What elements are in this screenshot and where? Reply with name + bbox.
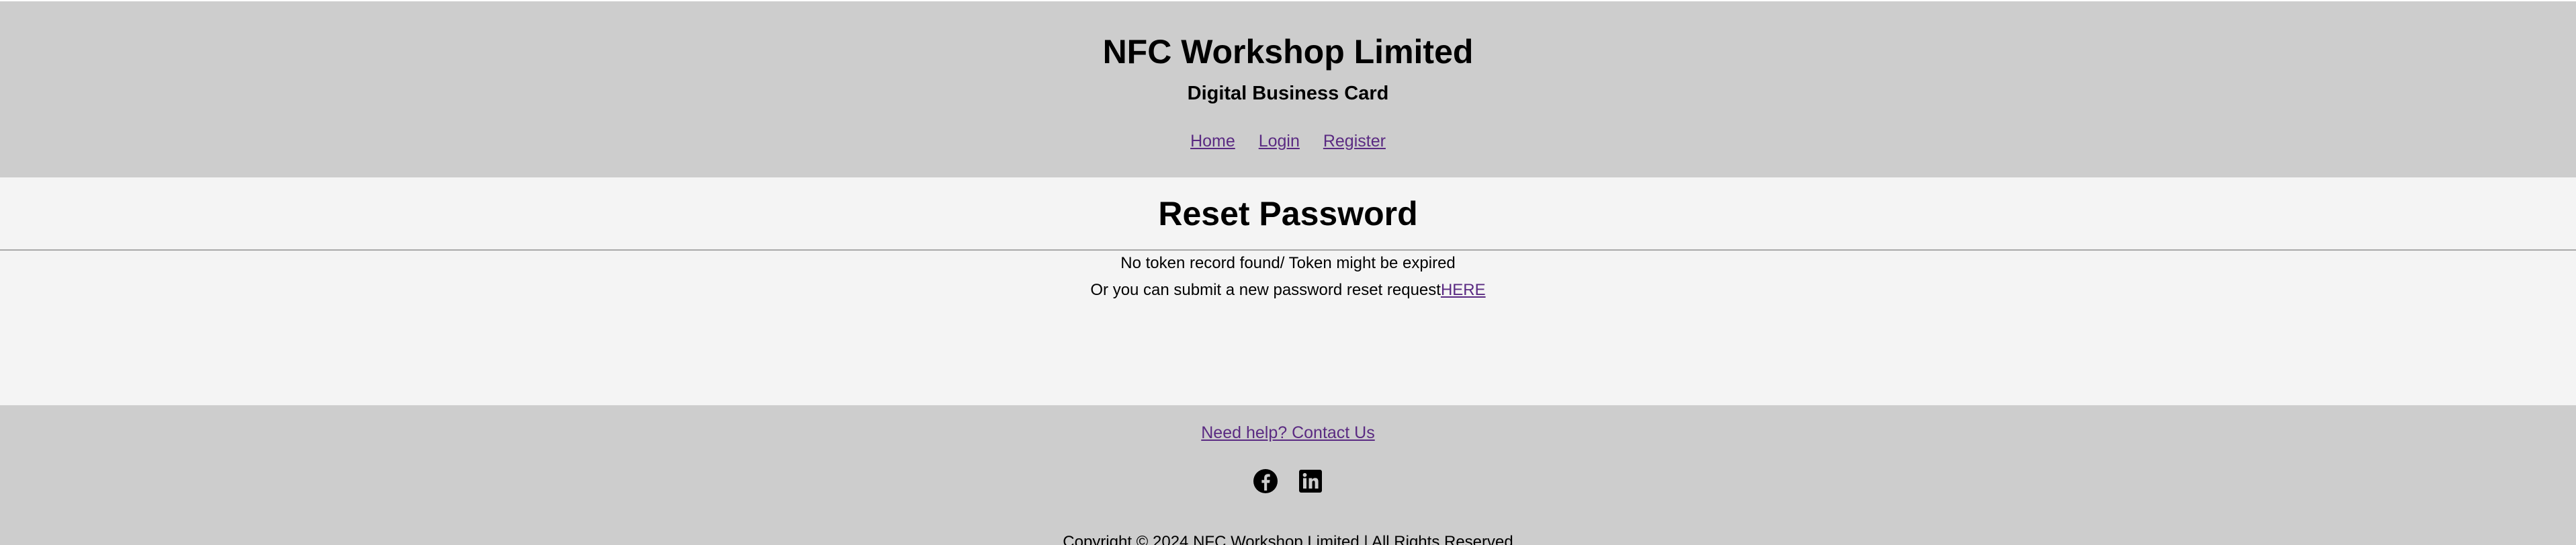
social-links <box>0 468 2576 498</box>
reset-request-text: Or you can submit a new password reset r… <box>1090 281 1441 299</box>
nav-home-link[interactable]: Home <box>1190 132 1235 151</box>
title-divider <box>0 249 2576 251</box>
help-link-wrap: Need help? Contact Us <box>0 421 2576 444</box>
site-footer: Need help? Contact Us Copyright © 2024 N… <box>0 405 2576 545</box>
facebook-icon[interactable] <box>1253 468 1278 494</box>
main-content: Reset Password No token record found/ To… <box>0 179 2576 405</box>
main-nav: Home Login Register <box>0 130 2576 153</box>
site-title: NFC Workshop Limited <box>1102 33 1474 71</box>
page-root: NFC Workshop Limited Digital Business Ca… <box>0 0 2576 545</box>
token-error-message: No token record found/ Token might be ex… <box>1120 254 1456 272</box>
nav-register-link[interactable]: Register <box>1323 132 1386 151</box>
copyright-text: Copyright © 2024 NFC Workshop Limited | … <box>1063 533 1513 545</box>
site-subtitle: Digital Business Card <box>1187 83 1389 104</box>
contact-us-link[interactable]: Need help? Contact Us <box>1201 423 1374 442</box>
nav-login-link[interactable]: Login <box>1259 132 1300 151</box>
site-header: NFC Workshop Limited Digital Business Ca… <box>0 0 2576 177</box>
here-link[interactable]: HERE <box>1441 281 1486 299</box>
reset-request-message: Or you can submit a new password reset r… <box>0 280 2576 301</box>
page-title: Reset Password <box>1158 195 1418 233</box>
linkedin-icon[interactable] <box>1298 468 1323 494</box>
